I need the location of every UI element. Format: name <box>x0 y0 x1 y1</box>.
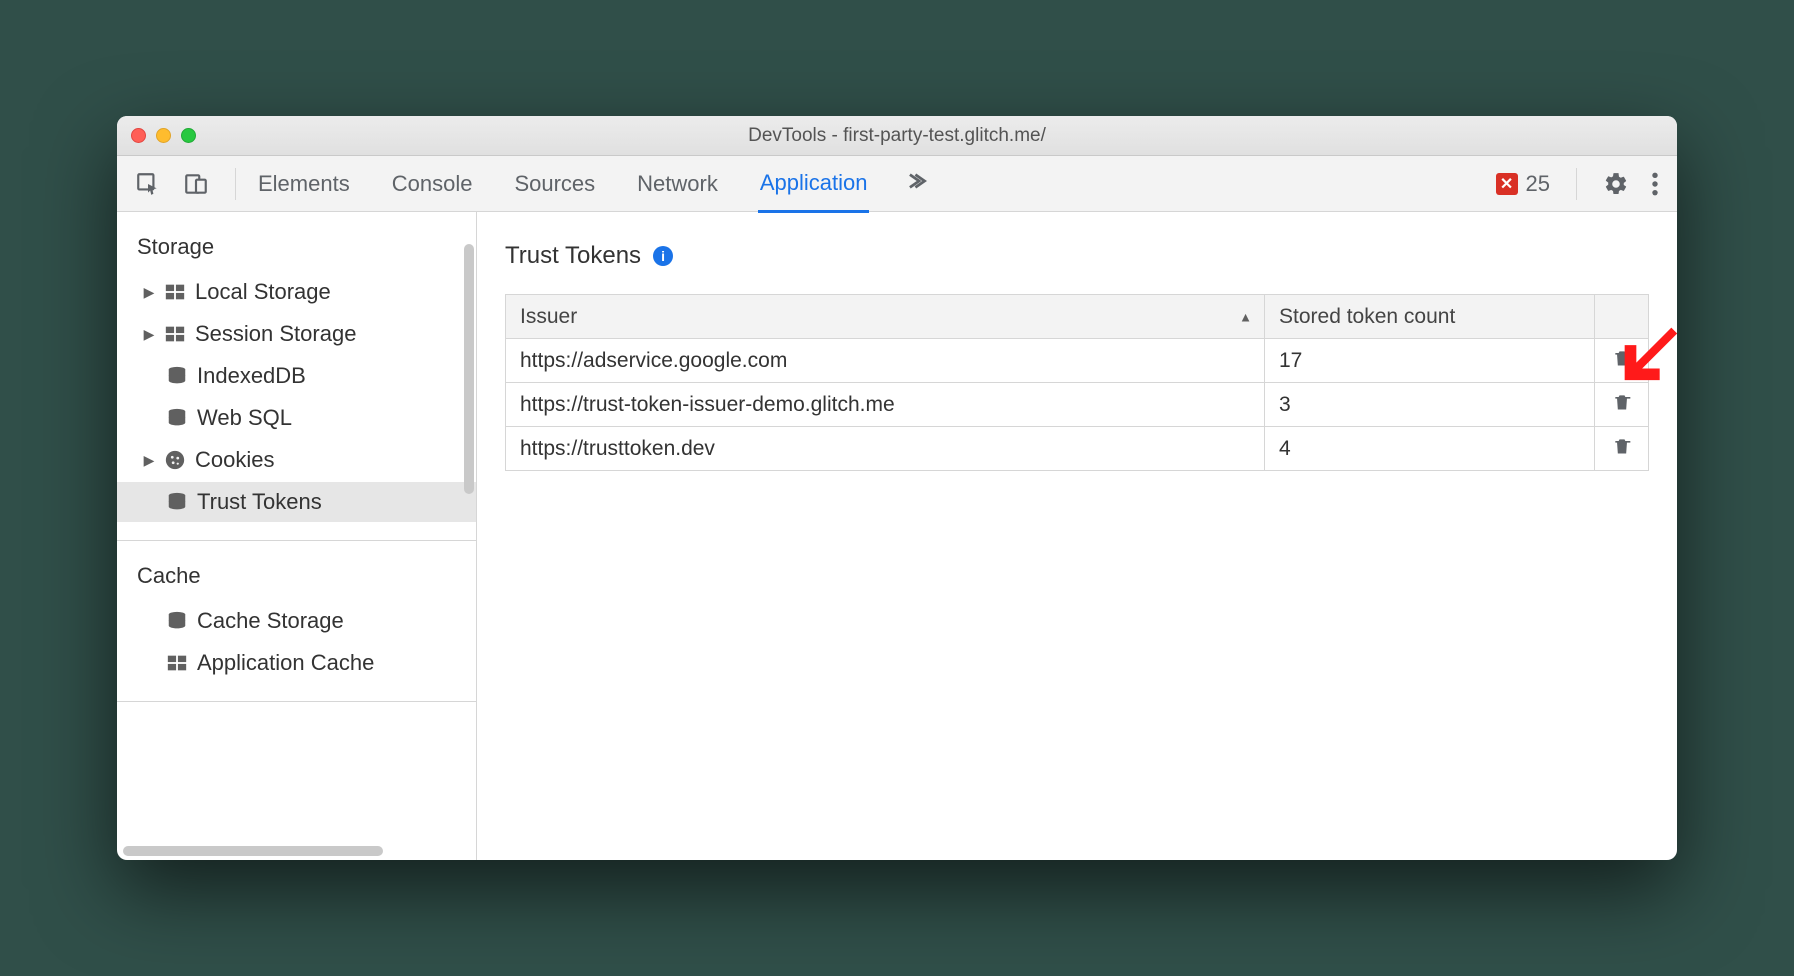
tree-label: IndexedDB <box>197 363 306 389</box>
minimize-window-button[interactable] <box>156 128 171 143</box>
tab-elements[interactable]: Elements <box>256 157 352 211</box>
cell-issuer: https://trusttoken.dev <box>506 427 1265 471</box>
error-count: 25 <box>1526 171 1550 197</box>
titlebar: DevTools - first-party-test.glitch.me/ <box>117 116 1677 156</box>
device-toolbar-icon[interactable] <box>177 165 215 203</box>
tab-application[interactable]: Application <box>758 156 870 213</box>
table-row[interactable]: https://adservice.google.com17 <box>506 339 1649 383</box>
window-controls <box>131 128 196 143</box>
info-icon[interactable]: i <box>653 246 673 266</box>
tree-label: Cookies <box>195 447 274 473</box>
devtools-window: DevTools - first-party-test.glitch.me/ E… <box>117 116 1677 860</box>
storage-group-title: Storage <box>117 230 476 270</box>
panel-body: Storage ▶ Local Storage ▶ Session Storag… <box>117 212 1677 860</box>
window-title: DevTools - first-party-test.glitch.me/ <box>117 125 1677 147</box>
delete-icon[interactable] <box>1612 436 1632 456</box>
toolbar-separator <box>1576 168 1577 200</box>
sidebar-item-local-storage[interactable]: ▶ Local Storage <box>117 272 476 312</box>
tree-label: Trust Tokens <box>197 489 322 515</box>
cell-count: 17 <box>1265 339 1595 383</box>
col-issuer[interactable]: Issuer ▲ <box>506 295 1265 339</box>
tree-label: Application Cache <box>197 650 374 676</box>
settings-icon[interactable] <box>1597 165 1635 203</box>
close-window-button[interactable] <box>131 128 146 143</box>
tab-more[interactable] <box>907 156 933 212</box>
table-row[interactable]: https://trust-token-issuer-demo.glitch.m… <box>506 383 1649 427</box>
error-count-badge[interactable]: ✕ 25 <box>1490 169 1556 199</box>
database-icon <box>165 364 189 388</box>
panel-tabs: Elements Console Sources Network Applica… <box>256 156 933 212</box>
table-row[interactable]: https://trusttoken.dev4 <box>506 427 1649 471</box>
disclosure-triangle-icon: ▶ <box>143 452 155 469</box>
kebab-menu-icon[interactable] <box>1645 165 1665 203</box>
main-content: Trust Tokens i Issuer ▲ Stored token cou… <box>477 212 1677 860</box>
col-count[interactable]: Stored token count <box>1265 295 1595 339</box>
table-icon <box>163 280 187 304</box>
sidebar-item-session-storage[interactable]: ▶ Session Storage <box>117 314 476 354</box>
database-icon <box>165 609 189 633</box>
cell-count: 4 <box>1265 427 1595 471</box>
application-sidebar: Storage ▶ Local Storage ▶ Session Storag… <box>117 212 477 860</box>
sidebar-horizontal-scrollbar[interactable] <box>123 846 383 856</box>
page-title-text: Trust Tokens <box>505 242 641 270</box>
table-icon <box>163 322 187 346</box>
tree-label: Web SQL <box>197 405 292 431</box>
table-icon <box>165 651 189 675</box>
tab-console[interactable]: Console <box>390 157 475 211</box>
devtools-toolbar: Elements Console Sources Network Applica… <box>117 156 1677 212</box>
zoom-window-button[interactable] <box>181 128 196 143</box>
delete-icon[interactable] <box>1612 392 1632 412</box>
sidebar-item-indexeddb[interactable]: IndexedDB <box>117 356 476 396</box>
annotation-arrow-icon <box>1613 316 1677 391</box>
sidebar-item-websql[interactable]: Web SQL <box>117 398 476 438</box>
disclosure-triangle-icon: ▶ <box>143 326 155 343</box>
database-icon <box>165 490 189 514</box>
database-icon <box>165 406 189 430</box>
sidebar-divider <box>117 540 476 541</box>
cell-count: 3 <box>1265 383 1595 427</box>
cell-issuer: https://adservice.google.com <box>506 339 1265 383</box>
inspect-element-icon[interactable] <box>129 165 167 203</box>
tab-network[interactable]: Network <box>635 157 720 211</box>
col-count-label: Stored token count <box>1279 305 1455 328</box>
sidebar-item-cache-storage[interactable]: Cache Storage <box>117 601 476 641</box>
col-issuer-label: Issuer <box>520 305 577 328</box>
tree-label: Cache Storage <box>197 608 344 634</box>
sidebar-item-trust-tokens[interactable]: Trust Tokens <box>117 482 476 522</box>
cookie-icon <box>163 448 187 472</box>
page-title: Trust Tokens i <box>505 242 1649 270</box>
sort-asc-icon: ▲ <box>1239 309 1252 324</box>
tree-label: Local Storage <box>195 279 331 305</box>
cell-issuer: https://trust-token-issuer-demo.glitch.m… <box>506 383 1265 427</box>
toolbar-separator <box>235 168 236 200</box>
cache-group-title: Cache <box>117 559 476 599</box>
sidebar-item-application-cache[interactable]: Application Cache <box>117 643 476 683</box>
trust-tokens-table: Issuer ▲ Stored token count https://adse… <box>505 294 1649 471</box>
sidebar-item-cookies[interactable]: ▶ Cookies <box>117 440 476 480</box>
error-icon: ✕ <box>1496 173 1518 195</box>
sidebar-divider <box>117 701 476 702</box>
tree-label: Session Storage <box>195 321 356 347</box>
sidebar-vertical-scrollbar[interactable] <box>464 244 474 494</box>
tab-sources[interactable]: Sources <box>512 157 597 211</box>
disclosure-triangle-icon: ▶ <box>143 284 155 301</box>
